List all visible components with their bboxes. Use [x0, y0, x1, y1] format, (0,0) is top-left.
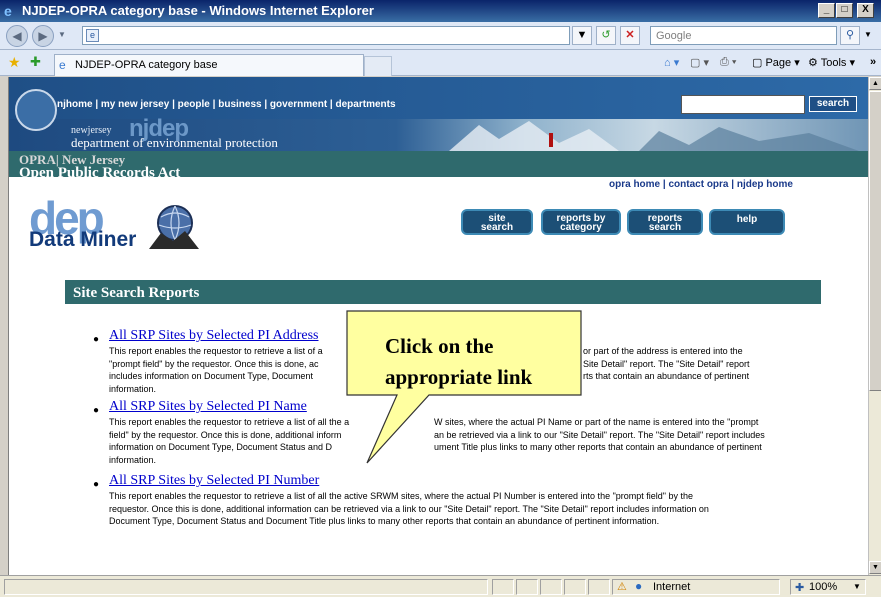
bullet-icon: ● [93, 334, 100, 345]
stop-icon[interactable]: ✕ [620, 26, 640, 45]
desc-line: This report enables the requestor to ret… [109, 491, 694, 501]
nav-btn-line2: search [648, 222, 682, 233]
page-content: njhome | my new jersey | people | busine… [8, 77, 868, 575]
logo-data-miner: Data Miner [29, 228, 137, 251]
site-search-input[interactable] [681, 95, 805, 114]
reports-search-nav-button[interactable]: reports search [627, 209, 703, 235]
address-toolbar: ◀ ▶ ▼ e ▼ ↺ ✕ Google ⚲ ▼ [0, 22, 881, 50]
close-button[interactable]: X [857, 3, 874, 18]
tab-toolbar: ★ ✚ e NJDEP-OPRA category base ⌂ ▾ ▢ ▾ ⎙… [0, 50, 881, 76]
refresh-icon[interactable]: ↺ [596, 26, 616, 45]
site-nav-links[interactable]: njhome | my new jersey | people | busine… [57, 99, 396, 110]
scroll-down-icon[interactable]: ▼ [869, 561, 881, 574]
zoom-panel[interactable]: ✚ 100% ▼ [790, 579, 866, 595]
link-opra-home[interactable]: opra home [609, 179, 660, 190]
status-text-panel [4, 579, 488, 595]
nav-btn-line2: category [560, 222, 602, 233]
zone-label: Internet [653, 581, 691, 593]
globe-icon [149, 205, 199, 249]
tools-menu[interactable]: ⚙ Tools ▾ [808, 56, 855, 69]
section-title: Site Search Reports [73, 285, 200, 301]
department-name: department of environmental protection [71, 135, 278, 150]
nj-seal-icon [15, 89, 57, 131]
desc-line: or part of the address is entered into t… [583, 346, 743, 356]
bullet-icon: ● [93, 479, 100, 490]
report-desc-pi-number: This report enables the requestor to ret… [109, 490, 849, 528]
status-panel [540, 579, 562, 595]
report-link-pi-name[interactable]: All SRP Sites by Selected PI Name [109, 399, 307, 415]
forward-button[interactable]: ▶ [32, 25, 54, 47]
desc-line: rts that contain an abundance of pertine… [583, 371, 750, 381]
link-contact-opra[interactable]: contact opra [668, 179, 728, 190]
desc-line: Site Detail" report. The "Site Detail" r… [583, 358, 750, 369]
tab-active[interactable]: e NJDEP-OPRA category base [54, 54, 364, 76]
vertical-scrollbar[interactable]: ▲ ▼ [868, 77, 881, 575]
maximize-button[interactable]: □ [836, 3, 853, 18]
ie-logo-icon: e [4, 3, 12, 19]
status-panel [492, 579, 514, 595]
status-panel [588, 579, 610, 595]
banner-photo-icon [449, 121, 859, 151]
search-options-icon[interactable]: ▼ [864, 30, 872, 39]
scroll-thumb[interactable] [869, 91, 881, 391]
site-search-nav-button[interactable]: site search [461, 209, 533, 235]
status-bar: ⚠ ● Internet ✚ 100% ▼ [0, 575, 881, 597]
nav-btn-line1: help [736, 214, 758, 225]
home-icon[interactable]: ⌂ ▾ [664, 56, 679, 69]
bullet-icon: ● [93, 405, 100, 416]
window-titlebar[interactable]: e NJDEP-OPRA category base - Windows Int… [0, 0, 881, 22]
tools-menu-label: Tools [820, 57, 847, 69]
add-favorites-icon[interactable]: ✚ [30, 54, 41, 70]
report-link-pi-address[interactable]: All SRP Sites by Selected PI Address [109, 328, 319, 344]
scroll-up-icon[interactable]: ▲ [869, 77, 881, 90]
zoom-level: 100% [809, 581, 838, 593]
page-menu-label: Page [765, 57, 792, 69]
status-panel [564, 579, 586, 595]
feeds-icon[interactable]: ▢ ▾ [690, 56, 709, 69]
window-title: NJDEP-OPRA category base - Windows Inter… [22, 3, 374, 18]
zoom-dropdown-icon[interactable]: ▼ [853, 582, 861, 591]
desc-line: requestor. Once this is done, additional… [109, 503, 709, 514]
callout-line1: Click on the [385, 334, 494, 358]
status-panel [516, 579, 538, 595]
new-tab-button[interactable] [364, 56, 392, 76]
site-search-button[interactable]: search [809, 96, 857, 112]
minimize-button[interactable]: _ [818, 3, 835, 18]
reports-by-category-nav-button[interactable]: reports by category [541, 209, 621, 235]
search-input[interactable]: Google [650, 26, 837, 45]
help-nav-button[interactable]: help [709, 209, 785, 235]
callout-line2: appropriate link [385, 365, 533, 389]
zone-panel: ⚠ ● Internet [612, 579, 780, 595]
utility-links: opra home | contact opra | njdep home [609, 179, 793, 190]
report-link-pi-number[interactable]: All SRP Sites by Selected PI Number [109, 473, 319, 489]
security-warning-icon[interactable]: ⚠ [617, 580, 627, 593]
address-input[interactable]: e [82, 26, 570, 45]
page-menu[interactable]: ▢ Page ▾ [752, 56, 800, 69]
address-dropdown-button[interactable]: ▼ [572, 26, 592, 45]
nav-btn-line2: search [480, 222, 514, 233]
report-desc-pi-address-right: or part of the address is entered into t… [583, 345, 833, 383]
tab-favicon: e [59, 58, 66, 72]
favorites-star-icon[interactable]: ★ [8, 54, 21, 71]
search-placeholder: Google [656, 30, 692, 42]
back-button[interactable]: ◀ [6, 25, 28, 47]
search-go-icon[interactable]: ⚲ [840, 26, 860, 45]
desc-line: Document Type, Document Status and Docum… [109, 516, 660, 526]
page-icon: e [86, 29, 99, 42]
print-icon[interactable]: ⎙ ▾ [720, 56, 736, 69]
zoom-icon: ✚ [795, 582, 805, 594]
callout-bubble [346, 310, 582, 464]
recent-pages-dropdown-icon[interactable]: ▼ [58, 30, 66, 39]
link-njdep-home[interactable]: njdep home [737, 179, 793, 190]
internet-zone-icon: ● [635, 579, 643, 593]
chevron-more-icon[interactable]: » [870, 56, 876, 68]
opra-subtitle: Open Public Records Act [19, 165, 181, 181]
tab-label: NJDEP-OPRA category base [75, 59, 218, 71]
